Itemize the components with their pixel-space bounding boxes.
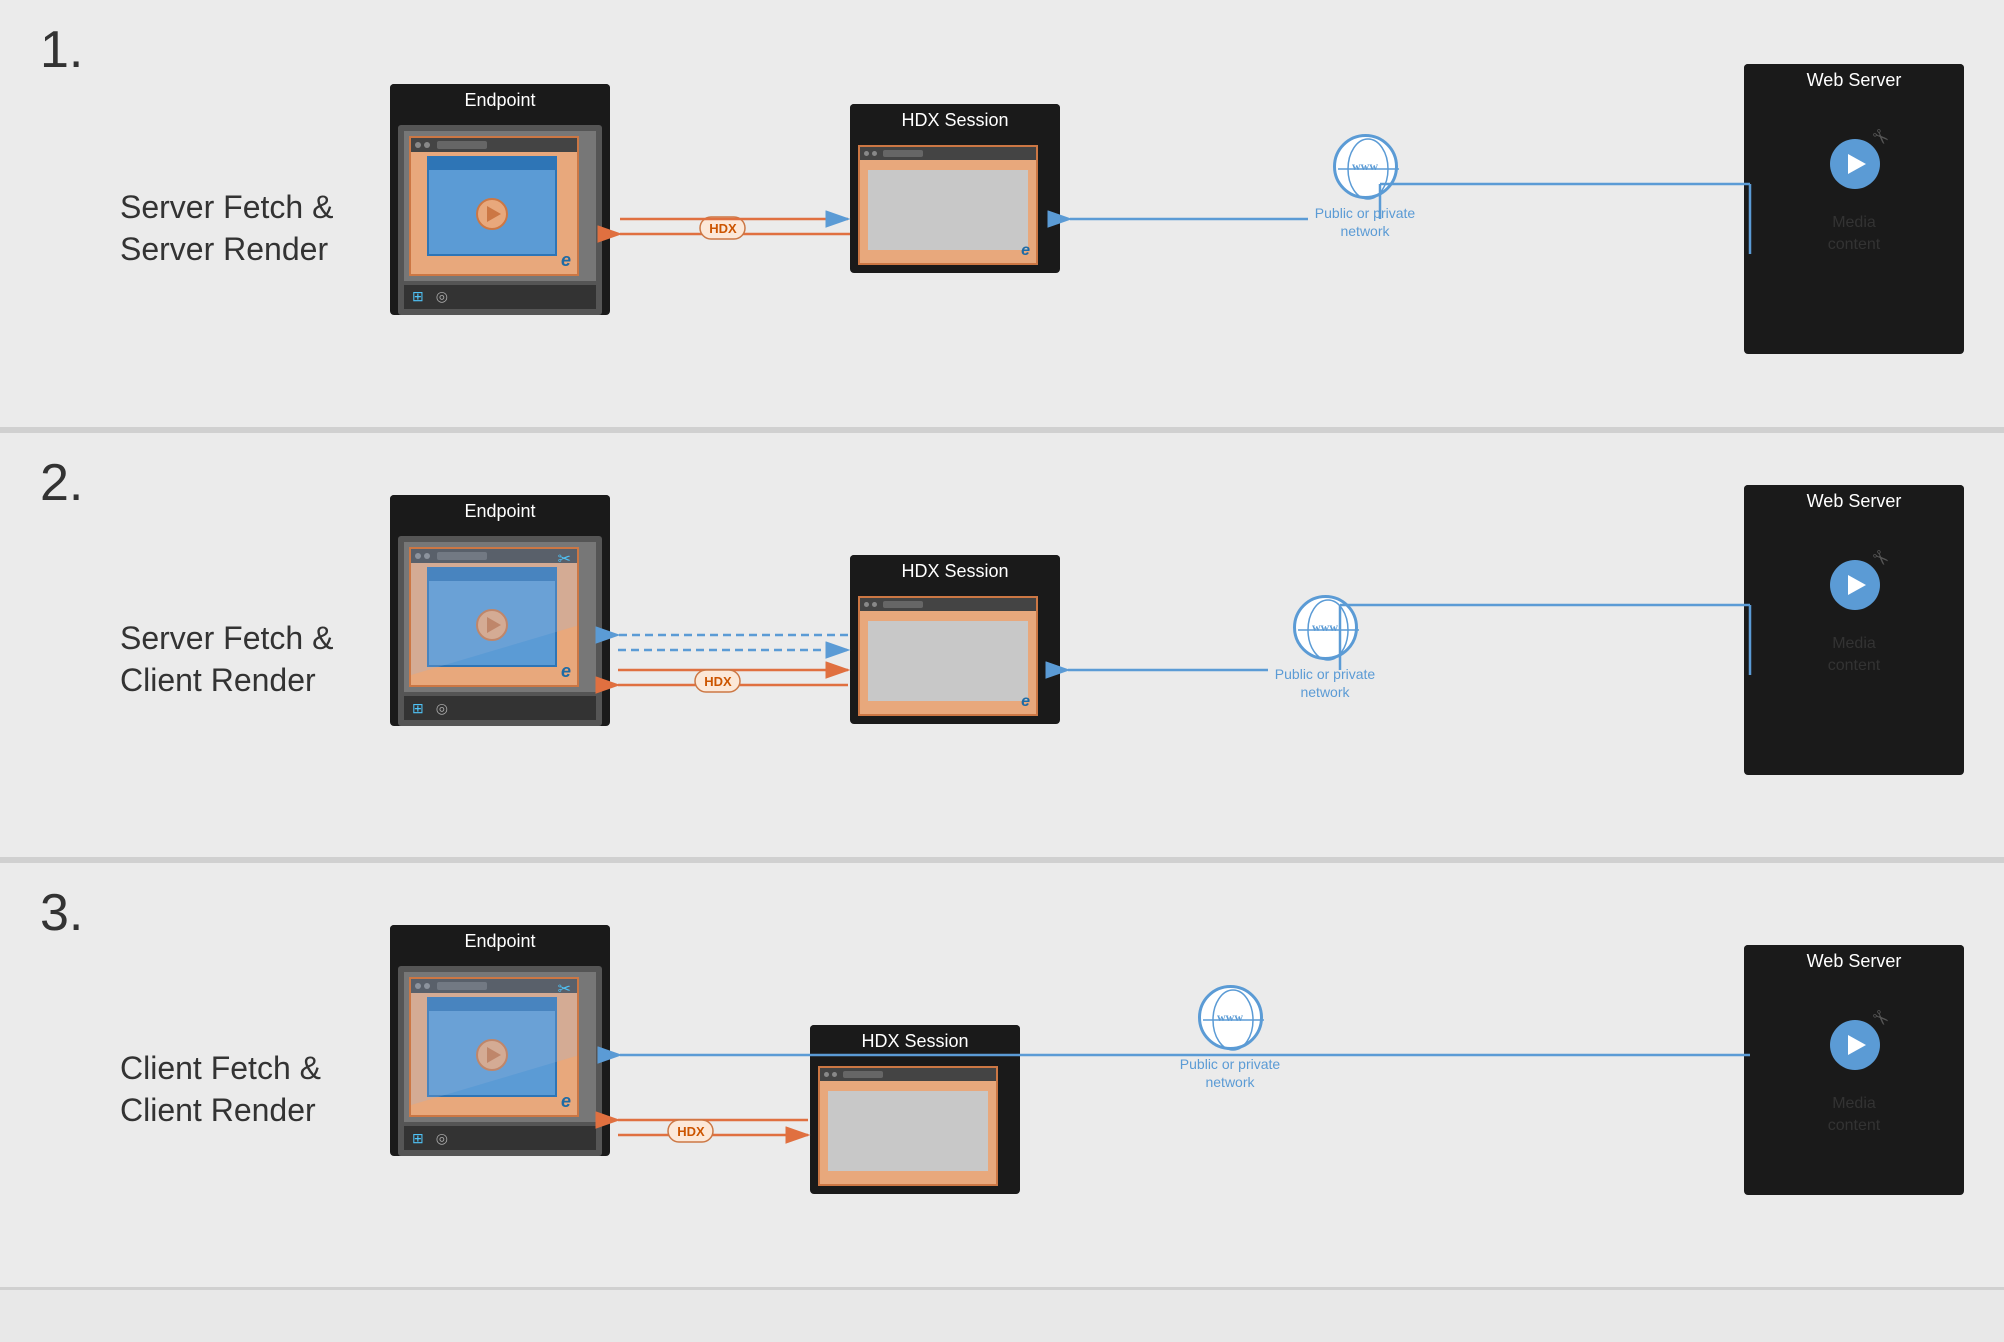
scenario-1-diagram: Endpoint — [390, 54, 1964, 374]
scenario-3: 3. Client Fetch & Client Render Endpoint — [0, 860, 2004, 1290]
webserver-1: Web Server ✂ Mediacontent — [1744, 64, 1964, 354]
hdx-label-1: HDX Session — [850, 104, 1060, 137]
main-container: 1. Server Fetch & Server Render Endpoint — [0, 0, 2004, 1290]
endpoint-device-1: Endpoint — [390, 84, 610, 323]
network-globe-2: www Public or private network — [1270, 595, 1380, 701]
arrows-2: HDX — [390, 475, 1964, 815]
scenario-1-label: Server Fetch & Server Render — [120, 187, 350, 270]
hdx-session-2: HDX Session e — [850, 555, 1060, 724]
network-label-1: Public or private network — [1310, 204, 1420, 240]
webserver-2: Web Server ✂ Mediacontent — [1744, 485, 1964, 775]
network-globe-3: www Public or private network — [1170, 985, 1290, 1091]
webserver-label-1: Web Server — [1744, 64, 1964, 97]
svg-text:HDX: HDX — [709, 221, 737, 236]
hdx-session-1: HDX Session e — [850, 104, 1060, 273]
svg-text:HDX: HDX — [704, 674, 732, 689]
scenario-3-label: Client Fetch & Client Render — [120, 1048, 350, 1131]
scenario-2: 2. Server Fetch & Client Render Endpoint — [0, 430, 2004, 860]
media-label-2: Mediacontent — [1828, 633, 1880, 678]
scenario-2-label: Server Fetch & Client Render — [120, 618, 350, 701]
endpoint-device-3: Endpoint — [390, 925, 610, 1164]
scenario-2-number: 2. — [40, 453, 83, 513]
webserver-3: Web Server ✂ Mediacontent — [1744, 945, 1964, 1195]
scenario-2-diagram: Endpoint — [390, 475, 1964, 815]
scenario-3-number: 3. — [40, 883, 83, 943]
endpoint-label-1: Endpoint — [390, 84, 610, 117]
scenario-3-diagram: Endpoint — [390, 905, 1964, 1245]
network-globe-1: www Public or private network — [1310, 134, 1420, 240]
network-label-2: Public or private network — [1270, 665, 1380, 701]
scenario-1-number: 1. — [40, 20, 83, 80]
svg-text:HDX: HDX — [677, 1124, 705, 1139]
media-label-1: Mediacontent — [1828, 212, 1880, 257]
hdx-session-3: HDX Session — [810, 1025, 1020, 1194]
endpoint-device-2: Endpoint — [390, 495, 610, 734]
scenario-1: 1. Server Fetch & Server Render Endpoint — [0, 0, 2004, 430]
media-label-3: Mediacontent — [1828, 1093, 1880, 1138]
arrows-1: HDX — [390, 54, 1964, 374]
network-label-3: Public or private network — [1170, 1055, 1290, 1091]
